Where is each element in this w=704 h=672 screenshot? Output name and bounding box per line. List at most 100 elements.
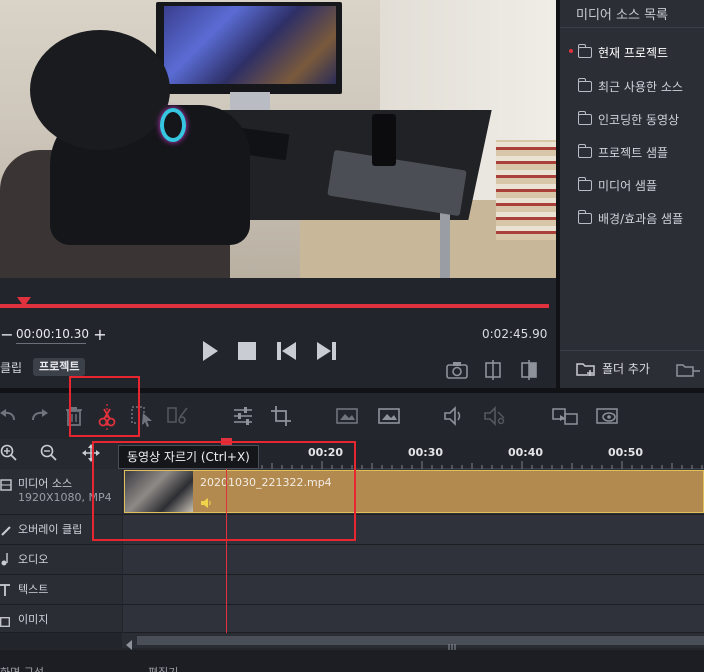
stop-icon: [238, 342, 256, 360]
total-time: 0:02:45.90: [482, 327, 548, 341]
track-label-overlay: 오버레이 클립: [18, 523, 83, 536]
add-folder-button[interactable]: 폴더 추가: [576, 360, 650, 377]
zoom-in-button[interactable]: [0, 444, 18, 466]
seek-bar[interactable]: [0, 304, 549, 308]
split-start-button[interactable]: [482, 360, 504, 380]
folder-icon: [577, 143, 592, 158]
folder-out-icon: [676, 364, 700, 377]
camera-icon: [446, 362, 468, 379]
time-decrease-button[interactable]: −: [0, 326, 14, 344]
redo-button[interactable]: [30, 404, 54, 428]
image-insert-button[interactable]: [376, 404, 400, 428]
stop-button[interactable]: [233, 338, 261, 364]
prev-frame-button[interactable]: [273, 338, 301, 364]
folder-bg-sfx-samples[interactable]: 배경/효과음 샘플: [560, 207, 704, 229]
snapshot-button[interactable]: [446, 360, 468, 380]
film-icon: [0, 476, 12, 495]
ruler-label: 00:40: [508, 446, 544, 459]
play-icon: [203, 341, 218, 361]
export-clip-button[interactable]: [551, 404, 578, 428]
folder-label: 인코딩한 동영상: [598, 112, 680, 127]
split-left-icon: [485, 360, 501, 380]
video-preview[interactable]: [0, 0, 556, 278]
preview-clip-button[interactable]: [594, 404, 618, 428]
bottom-tab-editor[interactable]: 편집기: [148, 664, 178, 672]
crop-button[interactable]: [270, 404, 294, 428]
folder-encoded-videos[interactable]: 인코딩한 동영상: [560, 108, 704, 130]
adjust-button[interactable]: [232, 404, 256, 428]
folder-arrow-icon: [577, 110, 592, 125]
folder-add-icon: [576, 362, 595, 376]
volume-button[interactable]: [442, 404, 466, 428]
split-end-button[interactable]: [518, 360, 540, 380]
preview-person-head: [30, 30, 170, 150]
crop-icon: [271, 406, 291, 426]
tab-project[interactable]: 프로젝트: [33, 358, 86, 376]
sliders-icon: [234, 407, 252, 425]
current-time-field[interactable]: 00:00:10.30: [16, 326, 89, 344]
track-lane-text[interactable]: [123, 575, 704, 605]
folder-label: 미디어 샘플: [598, 178, 658, 193]
picture-icon: [378, 408, 400, 424]
folder-label: 현재 프로젝트: [598, 45, 669, 60]
folder-icon: [577, 77, 592, 92]
folder-icon: [577, 176, 592, 191]
image-overlay-button[interactable]: [334, 404, 358, 428]
scrollbar-thumb[interactable]: [137, 636, 704, 645]
track-label-image: 이미지: [18, 613, 49, 626]
next-frame-button[interactable]: [312, 338, 340, 364]
preview-books: [496, 140, 556, 240]
folder-label: 최근 사용한 소스: [598, 79, 683, 94]
track-lane-audio[interactable]: [123, 545, 704, 575]
seek-thumb[interactable]: [17, 297, 31, 307]
split-cut-icon: [167, 407, 188, 424]
brush-icon: [0, 522, 12, 541]
highlight-cut-button: [69, 376, 140, 437]
image-icon: [0, 612, 10, 631]
folder-export-button[interactable]: [676, 362, 700, 381]
track-label-text: 텍스트: [18, 583, 49, 596]
highlight-clip-area: [92, 441, 356, 541]
audio-split-button[interactable]: [482, 404, 506, 428]
text-icon: [0, 581, 10, 600]
redo-icon: [32, 409, 48, 421]
ruler-label: 00:30: [408, 446, 444, 459]
bottom-panel: [0, 650, 704, 672]
folder-label: 프로젝트 샘플: [598, 145, 669, 160]
folder-media-samples[interactable]: 미디어 샘플: [560, 174, 704, 196]
play-button[interactable]: [196, 338, 224, 364]
preview-monitor-stand: [230, 92, 270, 110]
time-increase-button[interactable]: +: [93, 326, 107, 344]
image-frame-icon: [336, 408, 358, 424]
undo-button[interactable]: [0, 404, 24, 428]
folder-current-project[interactable]: 현재 프로젝트: [560, 41, 704, 63]
tab-clip[interactable]: 클립: [0, 359, 22, 376]
music-note-icon: [0, 551, 10, 570]
eye-frame-icon: [596, 408, 618, 424]
speaker-cut-icon: [484, 406, 505, 426]
speaker-icon: [444, 406, 461, 426]
zoom-in-icon: [0, 444, 17, 461]
track-label-media: 미디어 소스: [18, 477, 73, 490]
preview-desk-leg: [440, 210, 450, 278]
folder-label: 배경/효과음 샘플: [598, 211, 684, 226]
media-source-title: 미디어 소스 목록: [576, 8, 668, 23]
folder-icon: [577, 209, 592, 224]
zoom-out-button[interactable]: [40, 444, 58, 466]
step-forward-icon: [317, 342, 336, 360]
track-label-audio: 오디오: [18, 553, 49, 566]
folder-project-samples[interactable]: 프로젝트 샘플: [560, 141, 704, 163]
folder-open-icon: [577, 43, 592, 58]
undo-icon: [0, 409, 15, 421]
track-lane-image[interactable]: [123, 605, 704, 633]
bottom-tab-layout[interactable]: 화면 구성: [0, 664, 44, 672]
folder-recent-sources[interactable]: 최근 사용한 소스: [560, 75, 704, 97]
step-back-icon: [277, 342, 296, 360]
zoom-out-icon: [40, 444, 57, 461]
preview-monitor-screen: [164, 6, 336, 84]
add-folder-label: 폴더 추가: [602, 362, 650, 376]
clip-export-icon: [552, 408, 578, 425]
split-clip-button[interactable]: [166, 404, 190, 428]
split-right-icon: [521, 360, 537, 380]
ruler-label: 00:50: [608, 446, 644, 459]
